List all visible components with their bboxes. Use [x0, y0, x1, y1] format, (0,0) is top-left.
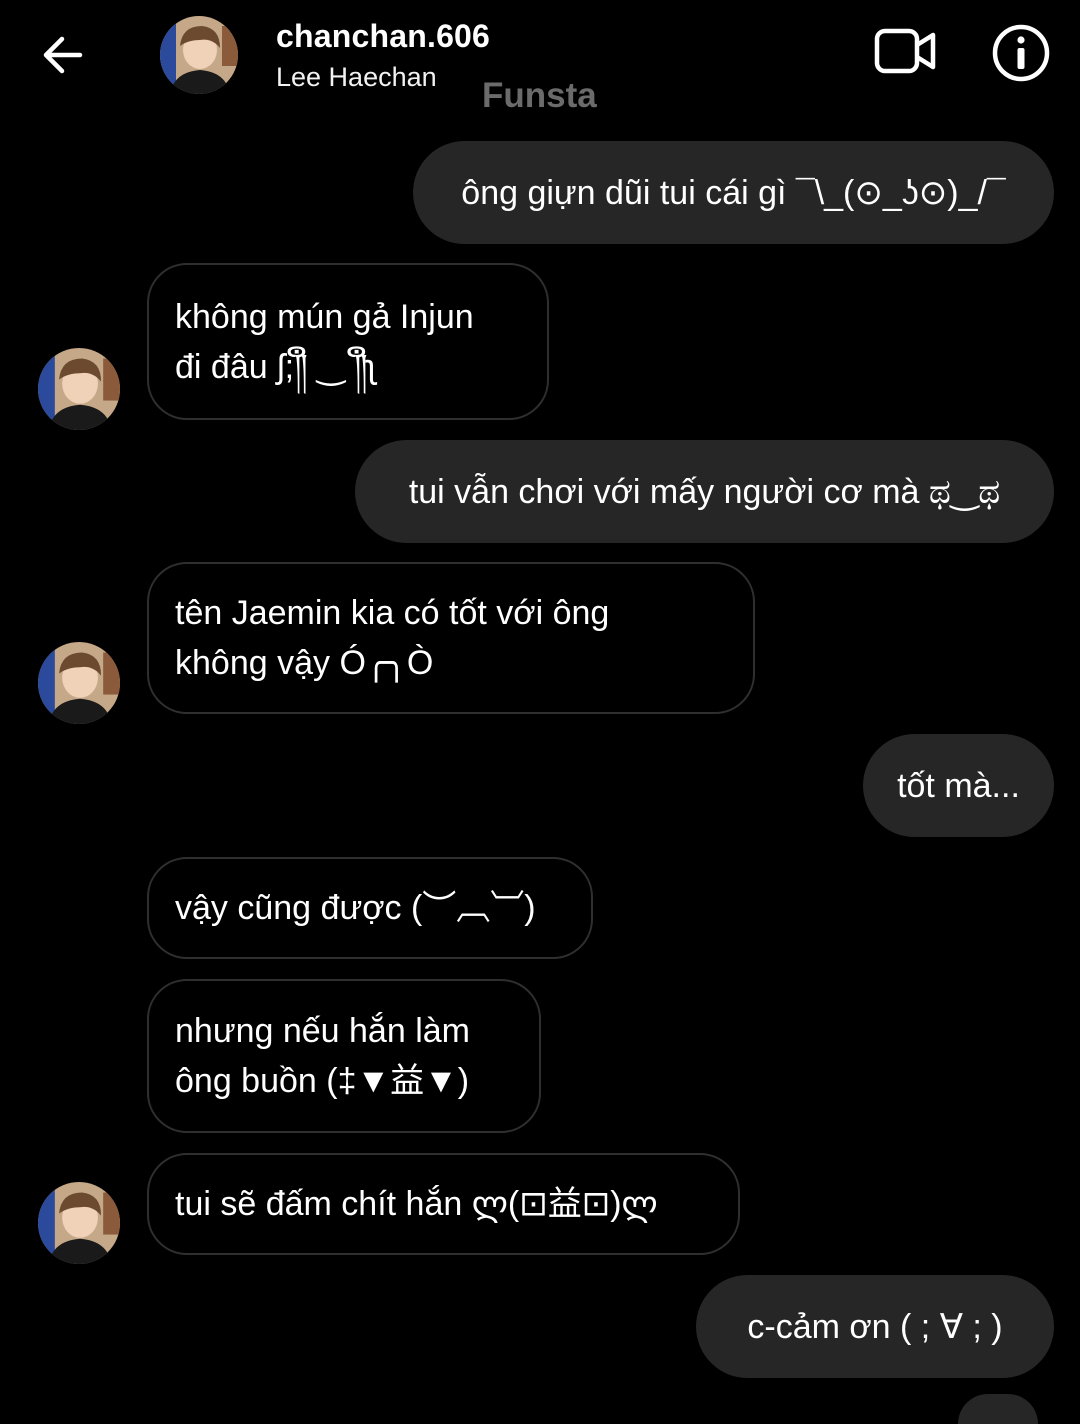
message-bubble-partial[interactable] — [958, 1394, 1038, 1424]
message-bubble-received[interactable]: tên Jaemin kia có tốt với ông không vậy … — [147, 562, 755, 714]
sender-avatar[interactable] — [38, 348, 120, 430]
video-call-button[interactable] — [868, 18, 942, 84]
message-bubble-sent[interactable]: c-cảm ơn ( ; ∀ ; ) — [696, 1275, 1054, 1378]
message-text: tốt mà... — [897, 766, 1020, 805]
message-bubble-received[interactable]: vậy cũng được (︶︹︺) — [147, 857, 593, 959]
message-text: ông giựn dũi tui cái gì ¯\_(⊙_ʖ⊙)_/¯ — [461, 173, 1006, 212]
message-bubble-received[interactable]: nhưng nếu hắn làm ông buồn (‡▼益▼) — [147, 979, 541, 1133]
back-button[interactable] — [30, 22, 96, 88]
message-text: c-cảm ơn ( ; ∀ ; ) — [747, 1307, 1003, 1346]
chat-username[interactable]: chanchan.606 — [276, 18, 490, 55]
watermark-text: Funsta — [482, 76, 597, 115]
message-bubble-received[interactable]: không mún gả Injun đi đâu ʃ;༎ຶ ‿ ༎ຶʅ — [147, 263, 549, 420]
message-bubble-sent[interactable]: tui vẫn chơi với mấy người cơ mà ಥ‿ಥ — [355, 440, 1054, 543]
info-icon — [992, 24, 1050, 82]
message-text: tui sẽ đấm chít hắn ლ(⊡益⊡)ლ — [175, 1185, 658, 1223]
message-bubble-received[interactable]: tui sẽ đấm chít hắn ლ(⊡益⊡)ლ — [147, 1153, 740, 1255]
chat-real-name: Lee Haechan — [276, 62, 437, 92]
arrow-left-icon — [43, 36, 83, 74]
message-bubble-sent[interactable]: tốt mà... — [863, 734, 1054, 837]
message-text: tên Jaemin kia có tốt với ông không vậy … — [175, 594, 610, 682]
message-text: tui vẫn chơi với mấy người cơ mà ಥ‿ಥ — [408, 472, 1001, 511]
message-text: không mún gả Injun đi đâu ʃ;༎ຶ ‿ ༎ຶʅ — [175, 297, 474, 386]
sender-avatar[interactable] — [38, 642, 120, 724]
info-button[interactable] — [986, 18, 1056, 88]
message-text: vậy cũng được (︶︹︺) — [175, 889, 536, 927]
video-call-icon — [874, 28, 936, 74]
message-bubble-sent[interactable]: ông giựn dũi tui cái gì ¯\_(⊙_ʖ⊙)_/¯ — [413, 141, 1054, 244]
profile-avatar[interactable] — [160, 16, 238, 94]
message-text: nhưng nếu hắn làm ông buồn (‡▼益▼) — [175, 1012, 470, 1100]
sender-avatar[interactable] — [38, 1182, 120, 1264]
